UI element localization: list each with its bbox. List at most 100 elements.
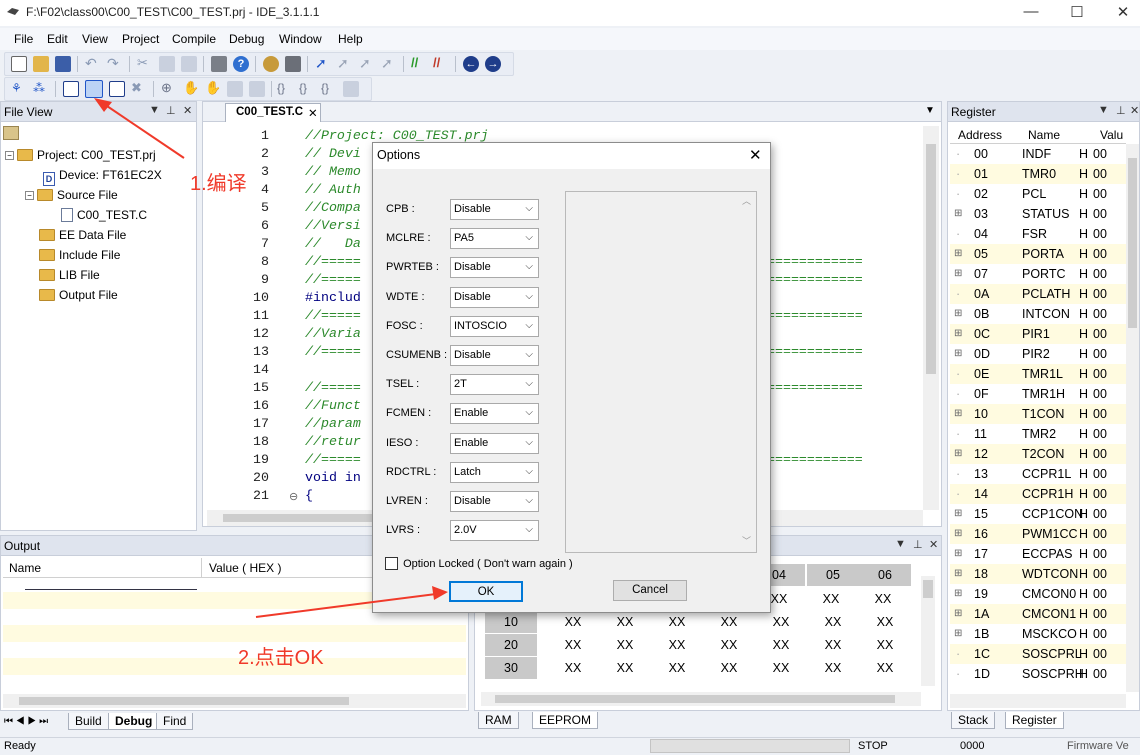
maximize-icon[interactable]: ☐ xyxy=(1062,3,1092,23)
tab-list-icon[interactable]: ▼ xyxy=(925,105,935,116)
tree-project[interactable]: − Project: C00_TEST.prj xyxy=(5,148,156,162)
dropdown-icon[interactable]: ▼ xyxy=(149,104,160,116)
expand-icon[interactable]: ⊞ xyxy=(954,408,962,419)
step-icon[interactable] xyxy=(227,81,243,97)
option-select[interactable]: 2T ⌵ xyxy=(450,374,539,396)
module-icon[interactable]: ⁂ xyxy=(33,81,49,97)
output-hscrollbar[interactable] xyxy=(3,694,466,708)
chevron-down-icon[interactable]: ⌵ xyxy=(525,495,533,506)
register-row[interactable]: · 02 PCL H 00 xyxy=(950,184,1128,204)
chevron-down-icon[interactable]: ⌵ xyxy=(525,349,533,360)
register-row[interactable]: ⊞ 0B INTCON H 00 xyxy=(950,304,1128,324)
minimize-icon[interactable]: — xyxy=(1016,3,1046,23)
tree-source-file[interactable]: C00_TEST.C xyxy=(61,208,147,222)
register-row[interactable]: · 01 TMR0 H 00 xyxy=(950,164,1128,184)
mem-cell[interactable]: XX xyxy=(857,588,909,610)
forward-icon[interactable]: → xyxy=(485,56,501,72)
tab-debug[interactable]: Debug xyxy=(108,713,160,730)
ok-button[interactable]: OK xyxy=(449,581,523,602)
cancel-button[interactable]: Cancel xyxy=(613,580,687,601)
tree-lib-folder[interactable]: LIB File xyxy=(39,268,100,282)
pin-icon[interactable]: ⊥ xyxy=(166,104,176,117)
scroll-thumb[interactable] xyxy=(926,144,936,374)
hand-icon[interactable]: ✋ xyxy=(183,81,199,97)
pin-icon[interactable]: ⊥ xyxy=(913,538,923,551)
register-row[interactable]: · 0F TMR1H H 00 xyxy=(950,384,1128,404)
option-select[interactable]: Enable ⌵ xyxy=(450,403,539,425)
dropdown-icon[interactable]: ▼ xyxy=(1098,104,1109,116)
uncomment-icon[interactable]: // xyxy=(433,56,449,72)
help-icon[interactable]: ? xyxy=(233,56,249,72)
bookmark-prev-icon[interactable]: ➚ xyxy=(359,56,375,72)
mem-cell[interactable]: XX xyxy=(651,634,703,656)
register-row[interactable]: · 1C SOSCPRL H 00 xyxy=(950,644,1128,664)
close-icon[interactable]: ✕ xyxy=(929,538,938,551)
scroll-thumb[interactable] xyxy=(923,580,933,598)
grab-icon[interactable]: ✋ xyxy=(205,81,221,97)
register-row[interactable]: · 0E TMR1L H 00 xyxy=(950,364,1128,384)
register-hscrollbar[interactable] xyxy=(950,694,1126,708)
tree-include-folder[interactable]: Include File xyxy=(39,248,120,262)
chevron-down-icon[interactable]: ⌵ xyxy=(525,524,533,535)
mem-cell[interactable]: XX xyxy=(859,657,911,679)
back-icon[interactable]: ← xyxy=(463,56,479,72)
register-row[interactable]: · 04 FSR H 00 xyxy=(950,224,1128,244)
mem-cell[interactable]: XX xyxy=(547,611,599,633)
register-row[interactable]: · 13 CCPR1L H 00 xyxy=(950,464,1128,484)
redo-icon[interactable]: ↷ xyxy=(107,56,123,72)
tab-close-icon[interactable]: ✕ xyxy=(308,106,318,120)
tree-output-folder[interactable]: Output File xyxy=(39,288,118,302)
undo-icon[interactable]: ↶ xyxy=(85,56,101,72)
menu-compile[interactable]: Compile xyxy=(172,32,216,46)
chevron-down-icon[interactable]: ⌵ xyxy=(525,407,533,418)
register-row[interactable]: · 14 CCPR1H H 00 xyxy=(950,484,1128,504)
new-file-icon[interactable] xyxy=(11,56,27,72)
editor-vscrollbar[interactable] xyxy=(923,126,939,510)
option-select[interactable]: Disable ⌵ xyxy=(450,491,539,512)
cut-icon[interactable]: ✂ xyxy=(137,56,153,72)
option-select[interactable]: Enable ⌵ xyxy=(450,432,539,454)
register-row[interactable]: ⊞ 17 ECCPAS H 00 xyxy=(950,544,1128,564)
comment-icon[interactable]: // xyxy=(411,56,427,72)
option-select[interactable]: Disable ⌵ xyxy=(450,286,539,308)
mem-cell[interactable]: XX xyxy=(859,634,911,656)
option-select[interactable]: Disable ⌵ xyxy=(450,257,539,279)
close-icon[interactable]: ✕ xyxy=(183,104,192,117)
tree-source-folder[interactable]: − Source File xyxy=(25,188,118,202)
expand-icon[interactable]: ⊞ xyxy=(954,268,962,279)
mem-cell[interactable]: XX xyxy=(547,657,599,679)
close-icon[interactable]: ✕ xyxy=(1130,104,1139,117)
option-select[interactable]: 2.0V ⌵ xyxy=(450,520,539,542)
bookmark-next-icon[interactable]: ➚ xyxy=(337,56,353,72)
close-icon[interactable]: ✕ xyxy=(1108,3,1138,23)
tab-ram[interactable]: RAM xyxy=(478,712,519,729)
mem-cell[interactable]: XX xyxy=(807,611,859,633)
menu-project[interactable]: Project xyxy=(122,32,159,46)
tab-stack[interactable]: Stack xyxy=(951,712,996,729)
expand-icon[interactable]: ⊞ xyxy=(954,448,962,459)
mem-cell[interactable]: XX xyxy=(651,657,703,679)
build-all-icon[interactable] xyxy=(85,80,103,98)
step-over-icon[interactable] xyxy=(249,81,265,97)
expand-icon[interactable]: ⊞ xyxy=(954,628,962,639)
menu-file[interactable]: File xyxy=(14,32,33,46)
chevron-down-icon[interactable]: ⌵ xyxy=(525,466,533,477)
description-scrollbar[interactable]: ︿ ﹀ xyxy=(740,194,754,548)
paste-icon[interactable] xyxy=(181,56,197,72)
register-row[interactable]: ⊞ 10 T1CON H 00 xyxy=(950,404,1128,424)
expand-icon[interactable]: ⊞ xyxy=(954,328,962,339)
register-row[interactable]: ⊞ 18 WDTCON H 00 xyxy=(950,564,1128,584)
chevron-down-icon[interactable]: ⌵ xyxy=(525,291,533,302)
chevron-down-icon[interactable]: ⌵ xyxy=(525,203,533,214)
expand-icon[interactable]: ⊞ xyxy=(954,248,962,259)
expand-icon[interactable]: ⊞ xyxy=(954,348,962,359)
chevron-down-icon[interactable]: ⌵ xyxy=(525,437,533,448)
folder-view-icon[interactable] xyxy=(3,126,19,140)
register-row[interactable]: ⊞ 1B MSCKCO H 00 xyxy=(950,624,1128,644)
register-row[interactable]: ⊞ 19 CMCON0 H 00 xyxy=(950,584,1128,604)
print-icon[interactable] xyxy=(211,56,227,72)
mem-cell[interactable]: XX xyxy=(755,657,807,679)
memory-hscrollbar[interactable] xyxy=(481,692,921,706)
mem-cell[interactable]: XX xyxy=(755,634,807,656)
register-row[interactable]: ⊞ 1A CMCON1 H 00 xyxy=(950,604,1128,624)
